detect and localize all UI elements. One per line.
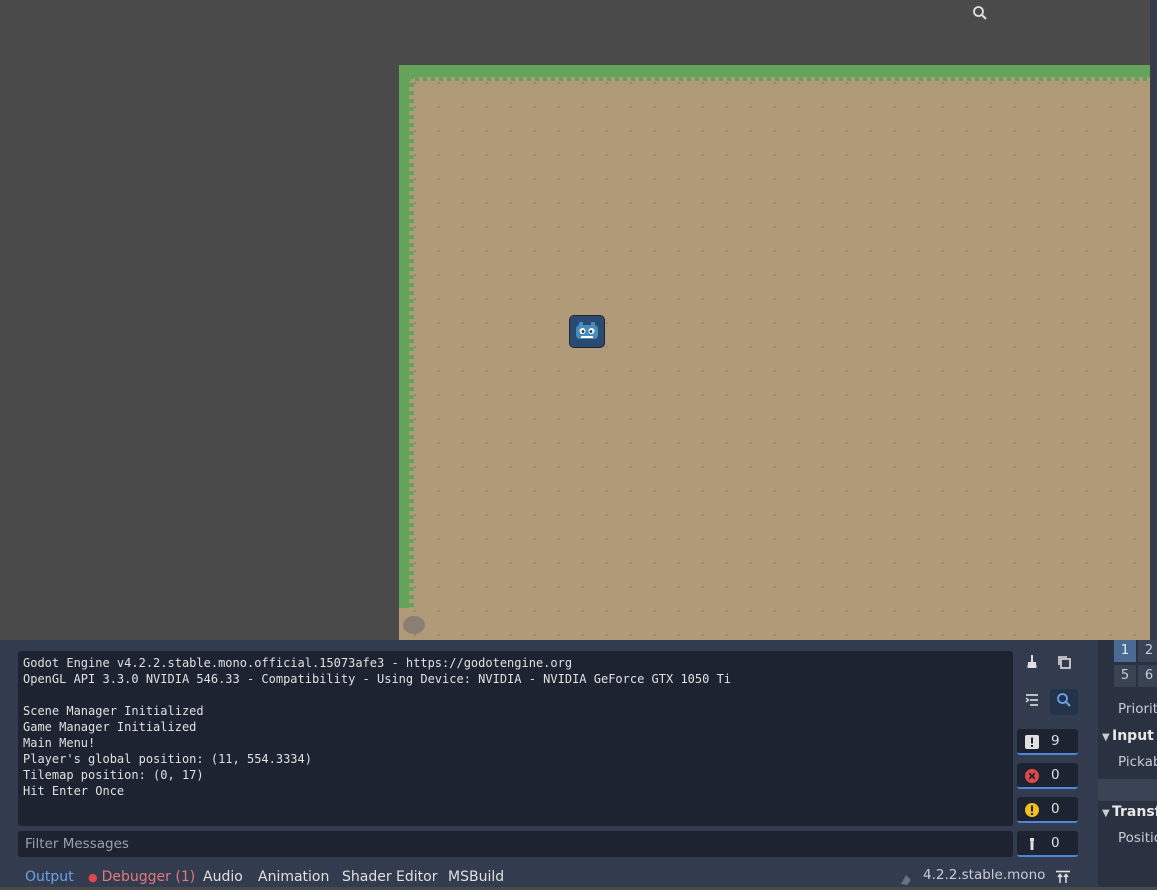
priority-label: Priorit xyxy=(1118,701,1157,717)
rock-tile xyxy=(403,616,425,634)
input-section-header[interactable]: Input xyxy=(1112,728,1154,744)
log-line: Godot Engine v4.2.2.stable.mono.official… xyxy=(23,656,573,670)
tab-output[interactable]: Output xyxy=(25,869,74,885)
search-icon xyxy=(1056,692,1072,712)
messages-filter-toggle[interactable]: 9 xyxy=(1017,729,1078,755)
warnings-filter-toggle[interactable]: 0 xyxy=(1017,797,1078,823)
copy-icon xyxy=(1056,654,1072,674)
log-line: Scene Manager Initialized xyxy=(23,704,204,718)
log-line: Main Menu! xyxy=(23,736,96,750)
editor-messages-filter-toggle[interactable]: 0 xyxy=(1017,831,1078,857)
tab-animation[interactable]: Animation xyxy=(258,869,329,885)
tab-msbuild[interactable]: MSBuild xyxy=(448,869,504,885)
chevron-down-icon[interactable]: ▼ xyxy=(1102,808,1110,819)
layer-cell[interactable]: 1 xyxy=(1114,640,1136,662)
player-godot-icon xyxy=(569,315,605,348)
inspector-panel-edge xyxy=(1150,0,1157,640)
notification-icon[interactable] xyxy=(899,871,913,890)
editor-messages-count: 0 xyxy=(1051,835,1060,851)
warning-icon xyxy=(1025,802,1039,817)
log-line: Game Manager Initialized xyxy=(23,720,197,734)
pin-panel-icon xyxy=(1055,869,1071,888)
layer-cell[interactable]: 6 xyxy=(1138,665,1157,687)
layer-cell[interactable]: 5 xyxy=(1114,665,1136,687)
tab-debugger-label: Debugger (1) xyxy=(101,869,196,885)
version-label: 4.2.2.stable.mono xyxy=(923,867,1046,883)
error-icon xyxy=(1025,768,1039,783)
editor-message-icon xyxy=(1025,836,1039,850)
log-line: Player's global position: (11, 554.3334) xyxy=(23,752,312,766)
messages-count: 9 xyxy=(1051,733,1060,749)
message-icon xyxy=(1025,734,1039,749)
warnings-count: 0 xyxy=(1051,801,1060,817)
broom-icon xyxy=(1024,654,1040,674)
clear-output-button[interactable] xyxy=(1018,651,1046,677)
collapse-duplicates-button[interactable] xyxy=(1018,689,1046,715)
log-line: Hit Enter Once xyxy=(23,784,125,798)
errors-count: 0 xyxy=(1051,767,1060,783)
log-line: OpenGL API 3.3.0 NVIDIA 546.33 - Compati… xyxy=(23,672,732,686)
toggle-search-button[interactable] xyxy=(1050,689,1078,715)
log-line: Tilemap position: (0, 17) xyxy=(23,768,204,782)
chevron-down-icon[interactable]: ▼ xyxy=(1102,732,1110,743)
grass-fringe-top xyxy=(399,75,1150,81)
game-running-view[interactable] xyxy=(399,65,1150,640)
search-icon xyxy=(972,5,988,25)
inspector-panel: 1 2 5 6 Priorit ▼ Input Pickab ▼ Transfo… xyxy=(1098,640,1157,887)
output-log[interactable]: Godot Engine v4.2.2.stable.mono.official… xyxy=(18,651,1013,826)
tab-shader-editor[interactable]: Shader Editor xyxy=(342,869,437,885)
expand-panel-button[interactable] xyxy=(1055,869,1071,888)
errors-filter-toggle[interactable]: 0 xyxy=(1017,763,1078,789)
debugger-error-dot: ● xyxy=(88,871,98,884)
collapse-lines-icon xyxy=(1024,692,1040,712)
layer-cell[interactable]: 2 xyxy=(1138,640,1157,662)
tab-audio[interactable]: Audio xyxy=(203,869,243,885)
position-label: Positio xyxy=(1118,830,1157,846)
transform-section-header[interactable]: Transfo xyxy=(1112,804,1157,820)
pickable-value[interactable] xyxy=(1098,779,1157,801)
filter-messages-box xyxy=(18,831,1013,857)
grass-fringe-left xyxy=(407,75,414,608)
pickable-label: Pickab xyxy=(1118,754,1157,770)
tab-debugger[interactable]: ● Debugger (1) xyxy=(88,869,195,885)
copy-output-button[interactable] xyxy=(1050,651,1078,677)
filter-messages-input[interactable] xyxy=(18,831,978,857)
